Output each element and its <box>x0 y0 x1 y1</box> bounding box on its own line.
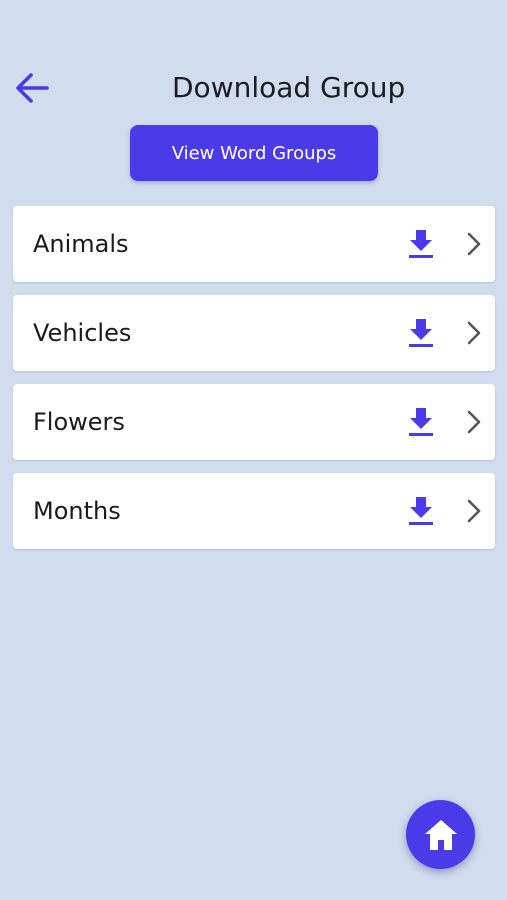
group-label: Vehicles <box>33 319 132 347</box>
download-button[interactable] <box>405 405 437 439</box>
download-icon <box>409 319 433 347</box>
group-label: Months <box>33 497 121 525</box>
header: Download Group <box>0 55 507 121</box>
home-icon <box>424 819 457 850</box>
arrow-left-icon <box>16 73 49 103</box>
view-word-groups-button[interactable]: View Word Groups <box>130 125 378 181</box>
group-row-flowers[interactable]: Flowers <box>13 384 495 460</box>
chevron-right-icon <box>462 319 486 347</box>
home-button[interactable] <box>406 800 475 869</box>
chevron-right-icon <box>462 497 486 525</box>
download-button[interactable] <box>405 227 437 261</box>
group-row-vehicles[interactable]: Vehicles <box>13 295 495 371</box>
download-button[interactable] <box>405 316 437 350</box>
group-label: Flowers <box>33 408 125 436</box>
download-icon <box>409 408 433 436</box>
group-row-months[interactable]: Months <box>13 473 495 549</box>
download-button[interactable] <box>405 494 437 528</box>
download-icon <box>409 230 433 258</box>
chevron-right-icon <box>462 230 486 258</box>
back-button[interactable] <box>10 67 54 109</box>
page-title: Download Group <box>172 71 406 104</box>
group-row-animals[interactable]: Animals <box>13 206 495 282</box>
download-icon <box>409 497 433 525</box>
group-list: Animals Vehicles Flowers Months <box>13 206 495 562</box>
chevron-right-icon <box>462 408 486 436</box>
group-label: Animals <box>33 230 129 258</box>
